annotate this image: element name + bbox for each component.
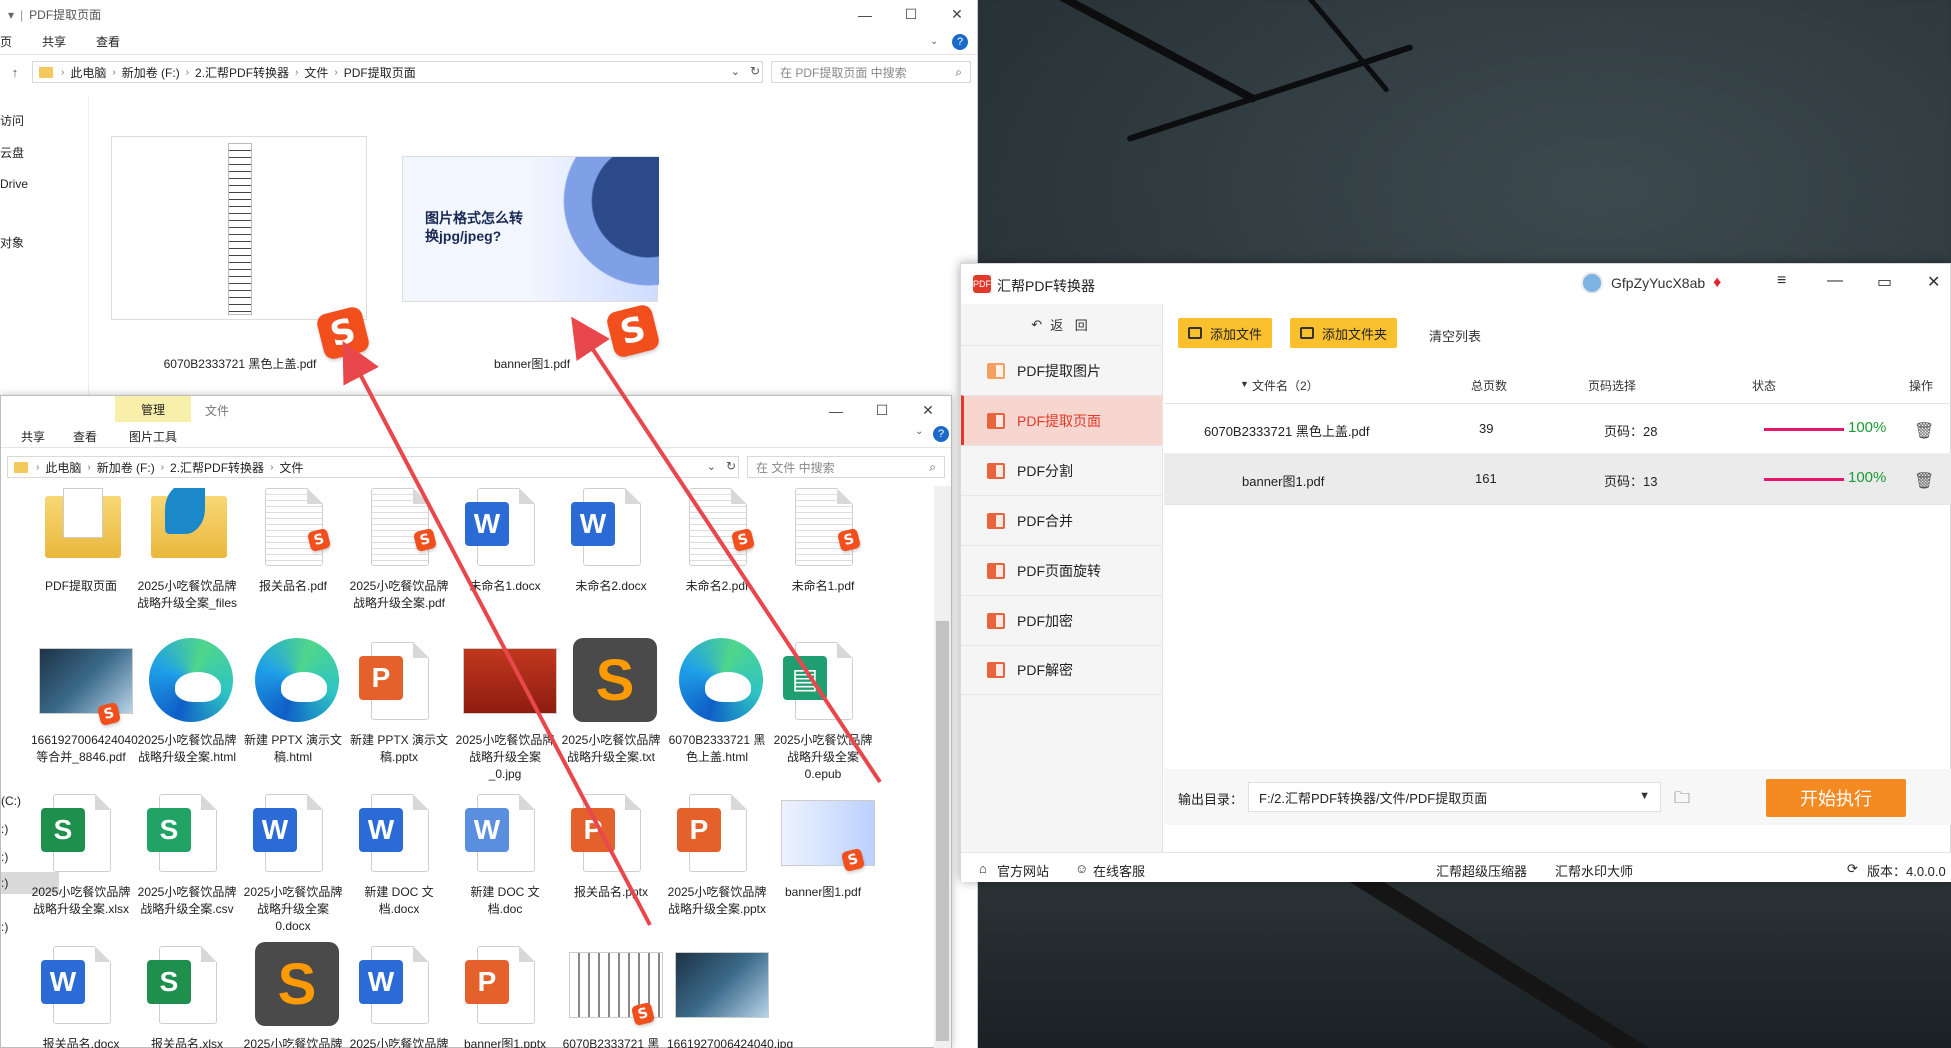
column-header-range: 页码选择 [1588, 379, 1637, 393]
column-header-pages: 总页数 [1471, 379, 1508, 393]
arrow-to-scan-pdf [342, 340, 652, 926]
footer: ⌂ 官方网站 ☺ 在线客服 汇帮超级压缩器 汇帮水印大师 ⟳ 版本：4.0.0.… [961, 852, 1951, 882]
open-folder-icon[interactable]: 🗀 [1674, 787, 1690, 814]
sidebar: ↶ 返 回 PDF提取图片 PDF提取页面 PDF分割 PDF合并 PDF页面旋转… [961, 304, 1163, 852]
service-icon: ☺ [1075, 861, 1089, 876]
pdf-converter-window: PDF 汇帮PDF转换器 GfpZyYucX8ab ♦ ≡ — ▭ ✕ ↶ 返 回… [960, 263, 1951, 882]
username: GfpZyYucX8ab [1611, 275, 1706, 291]
sidebar-item-label: PDF页面旋转 [1017, 562, 1101, 579]
main-panel: 添加文件 添加文件夹 清空列表 ▼ 文件名（2） 总页数 页码选择 状态 操作 … [1164, 304, 1951, 852]
sidebar-item-label: PDF提取页面 [1017, 412, 1101, 429]
delete-icon[interactable]: 🗑 [1914, 421, 1934, 441]
sidebar-item-label: PDF提取图片 [1017, 362, 1101, 379]
pdf-icon [987, 412, 1005, 429]
column-header-name[interactable]: 文件名（2） [1252, 377, 1319, 394]
app-title: 汇帮PDF转换器 [997, 278, 1095, 294]
row-page-range[interactable]: 页码：13 [1604, 471, 1657, 490]
customer-service-link[interactable]: 在线客服 [1093, 861, 1145, 880]
sidebar-item-decrypt[interactable]: PDF解密 [961, 645, 1162, 695]
row-pages: 39 [1479, 421, 1494, 436]
add-file-button[interactable]: 添加文件 [1178, 318, 1273, 348]
pdf-icon [987, 662, 1005, 678]
sidebar-item-label: PDF分割 [1017, 462, 1073, 479]
output-path: F:/2.汇帮PDF转换器/文件/PDF提取页面 [1259, 790, 1488, 806]
row-status: 100% [1848, 419, 1887, 436]
table-row[interactable]: banner图1.pdf 161 页码：13 100% 🗑 [1164, 454, 1951, 504]
output-bar: 输出目录： F:/2.汇帮PDF转换器/文件/PDF提取页面 ▼ 🗀 开始执行 [1164, 769, 1951, 825]
add-file-label: 添加文件 [1210, 326, 1263, 342]
compressor-link[interactable]: 汇帮超级压缩器 [1436, 861, 1527, 880]
row-status: 100% [1848, 469, 1887, 486]
minimize-button[interactable]: — [1827, 272, 1843, 290]
add-folder-label: 添加文件夹 [1322, 326, 1388, 342]
version-label: 版本：4.0.0.0 [1867, 864, 1946, 879]
sidebar-item-encrypt[interactable]: PDF加密 [961, 595, 1162, 645]
sidebar-item-extract-pages[interactable]: PDF提取页面 [961, 395, 1162, 445]
sidebar-item-rotate[interactable]: PDF页面旋转 [961, 545, 1162, 595]
home-icon: ⌂ [979, 861, 987, 876]
menu-icon[interactable]: ≡ [1777, 272, 1786, 290]
user-account[interactable]: GfpZyYucX8ab ♦ [1581, 272, 1721, 294]
close-button[interactable]: ✕ [1927, 272, 1940, 292]
sort-caret-icon[interactable]: ▼ [1240, 379, 1249, 389]
pdf-icon [987, 612, 1005, 629]
add-folder-button[interactable]: 添加文件夹 [1290, 318, 1398, 348]
start-button[interactable]: 开始执行 [1766, 779, 1906, 817]
maximize-button[interactable]: ▭ [1877, 272, 1892, 292]
app-title-bar: PDF 汇帮PDF转换器 GfpZyYucX8ab ♦ ≡ — ▭ ✕ [961, 264, 1951, 304]
arrow-to-banner-pdf [571, 316, 882, 784]
output-directory-select[interactable]: F:/2.汇帮PDF转换器/文件/PDF提取页面 ▼ [1248, 782, 1661, 812]
back-label: 返 回 [1050, 318, 1092, 333]
pdf-icon [987, 562, 1005, 579]
table-header: ▼ 文件名（2） 总页数 页码选择 状态 操作 [1164, 364, 1951, 404]
sidebar-item-split[interactable]: PDF分割 [961, 445, 1162, 495]
sidebar-item-label: PDF加密 [1017, 612, 1073, 629]
column-header-status: 状态 [1752, 379, 1777, 393]
table-row-divider [1164, 504, 1951, 505]
update-icon: ⟳ [1847, 861, 1858, 876]
back-arrow-icon: ↶ [1031, 316, 1047, 332]
avatar [1581, 272, 1603, 294]
row-file-name: banner图1.pdf [1242, 474, 1325, 489]
sidebar-item-extract-images[interactable]: PDF提取图片 [961, 345, 1162, 395]
progress-bar [1764, 428, 1844, 431]
chevron-down-icon: ▼ [1639, 790, 1650, 802]
sidebar-item-label: PDF解密 [1017, 662, 1073, 678]
vip-diamond-icon: ♦ [1713, 274, 1722, 291]
back-button[interactable]: ↶ 返 回 [961, 304, 1162, 345]
clear-list-button[interactable]: 清空列表 [1429, 326, 1481, 345]
pdf-icon [987, 512, 1005, 529]
delete-icon[interactable]: 🗑 [1914, 471, 1934, 491]
website-link[interactable]: 官方网站 [997, 861, 1049, 880]
file-icon [1188, 327, 1202, 339]
pdf-icon [987, 462, 1005, 479]
folder-icon [1300, 327, 1314, 339]
output-label: 输出目录： [1178, 792, 1244, 807]
row-page-range[interactable]: 页码：28 [1604, 421, 1657, 440]
sidebar-item-merge[interactable]: PDF合并 [961, 495, 1162, 545]
progress-bar [1764, 478, 1844, 481]
table-row[interactable]: 6070B2333721 黑色上盖.pdf 39 页码：28 100% 🗑 [1164, 404, 1951, 454]
row-file-name: 6070B2333721 黑色上盖.pdf [1204, 424, 1370, 439]
column-header-action: 操作 [1909, 379, 1934, 393]
row-pages: 161 [1475, 471, 1497, 486]
app-logo-icon: PDF [973, 275, 991, 293]
image-icon [987, 362, 1005, 379]
watermark-link[interactable]: 汇帮水印大师 [1555, 861, 1633, 880]
sidebar-item-label: PDF合并 [1017, 512, 1073, 529]
